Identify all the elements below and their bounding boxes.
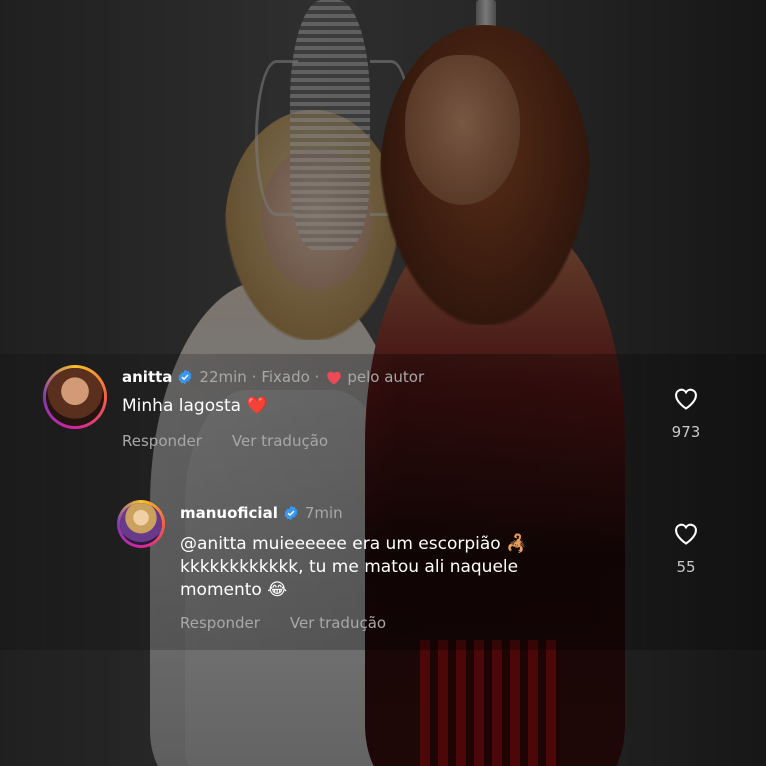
see-translation-button[interactable]: Ver tradução [290,614,386,632]
comment-username[interactable]: manuoficial [180,504,278,522]
comment-text-body: momento [180,580,262,600]
heart-outline-icon[interactable] [672,520,700,546]
verified-badge-icon [284,505,298,521]
like-control: 55 [666,520,706,576]
comment-item: anitta 22min · Fixado · pelo autor Minha… [0,360,766,460]
red-heart-emoji-icon: ❤️ [246,396,268,416]
comment-actions: Responder Ver tradução [122,432,328,450]
liked-by-author-label: pelo autor [347,368,425,386]
avatar[interactable] [43,365,107,429]
comment-text-body: Minha lagosta [122,396,242,416]
see-translation-button[interactable]: Ver tradução [232,432,328,450]
like-control: 973 [666,385,706,441]
like-count: 973 [671,423,701,441]
reply-comment-item: manuoficial 7min @anitta muieeeeee era u… [0,495,766,645]
pinned-label: · Fixado · [251,368,320,386]
comment-username[interactable]: anitta [122,368,172,386]
profile-avatar-icon [120,503,162,545]
like-count: 55 [676,558,696,576]
scorpion-emoji-icon: 🦂 [506,534,528,554]
comment-text-line-3: momento 😂 [180,579,580,602]
author-liked-heart-icon [327,371,342,385]
comment-text-line-1: @anitta muieeeeee era um escorpião 🦂 [180,533,580,556]
comment-text: @anitta muieeeeee era um escorpião 🦂 kkk… [180,533,580,602]
comment-meta: anitta 22min · Fixado · pelo autor [122,368,424,386]
comment-text-line-2: kkkkkkkkkkkk, tu me matou ali naquele [180,557,519,577]
verified-badge-icon [178,369,192,385]
comment-time: 22min [199,368,247,386]
comment-meta: manuoficial 7min [180,504,343,522]
heart-outline-icon[interactable] [672,385,700,411]
comment-actions: Responder Ver tradução [180,614,386,632]
laughing-tears-emoji-icon: 😂 [267,580,288,600]
comment-text-body: @anitta muieeeeee era um escorpião [180,534,501,554]
comment-text: Minha lagosta ❤️ [122,395,268,418]
profile-avatar-icon [46,368,104,426]
reply-button[interactable]: Responder [180,614,260,632]
avatar[interactable] [117,500,165,548]
reply-button[interactable]: Responder [122,432,202,450]
comment-time: 7min [304,504,343,522]
